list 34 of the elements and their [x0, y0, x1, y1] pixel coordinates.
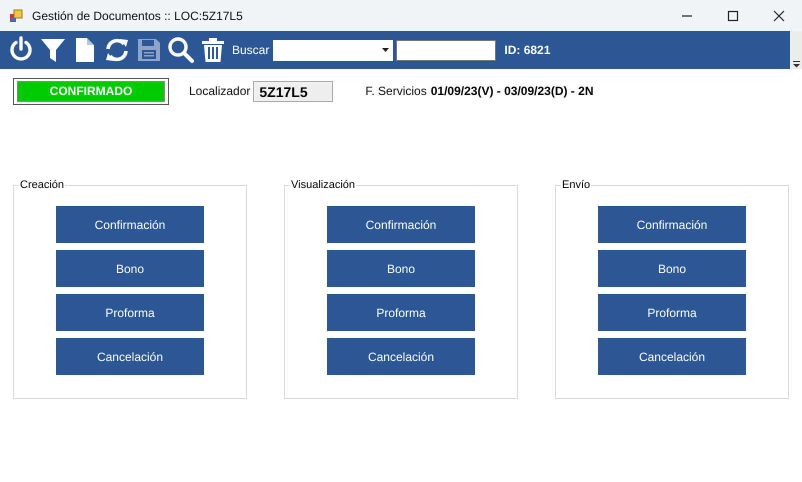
- search-field[interactable]: [396, 40, 496, 60]
- filter-icon[interactable]: [39, 36, 67, 64]
- window-title: Gestión de Documentos :: LOC:5Z17L5: [32, 8, 243, 22]
- close-icon[interactable]: [772, 10, 786, 22]
- document-button[interactable]: Cancelación: [327, 338, 475, 375]
- document-button[interactable]: Confirmación: [598, 206, 746, 243]
- search-dropdown[interactable]: [273, 40, 394, 60]
- overflow-icon[interactable]: [792, 60, 800, 68]
- services-label: F. Servicios: [365, 84, 427, 98]
- document-button[interactable]: Confirmación: [327, 206, 475, 243]
- locator-label: Localizador: [189, 84, 250, 98]
- maximize-icon[interactable]: [726, 10, 740, 22]
- locator-field: 5Z17L5: [253, 80, 334, 102]
- document-button[interactable]: Bono: [598, 250, 746, 287]
- app-icon: [9, 8, 23, 22]
- document-button[interactable]: Proforma: [56, 294, 204, 331]
- document-button[interactable]: Proforma: [327, 294, 475, 331]
- caret-icon[interactable]: [382, 48, 390, 52]
- refresh-icon[interactable]: [103, 36, 131, 64]
- document-button[interactable]: Bono: [327, 250, 475, 287]
- services-dates: 01/09/23(V) - 03/09/23(D) - 2N: [430, 84, 594, 98]
- document-button[interactable]: Cancelación: [56, 338, 204, 375]
- search-icon[interactable]: [167, 36, 195, 64]
- document-button[interactable]: Confirmación: [56, 206, 204, 243]
- search-label: Buscar: [232, 43, 270, 57]
- group-title: Envío: [561, 179, 592, 191]
- document-button[interactable]: Bono: [56, 250, 204, 287]
- group-title: Visualización: [290, 179, 356, 191]
- group-title: Creación: [19, 179, 66, 191]
- status-badge: CONFIRMADO: [17, 80, 165, 102]
- document-button[interactable]: Proforma: [598, 294, 746, 331]
- record-id: ID: 6821: [504, 43, 550, 57]
- trash-icon[interactable]: [199, 36, 227, 64]
- document-button[interactable]: Cancelación: [598, 338, 746, 375]
